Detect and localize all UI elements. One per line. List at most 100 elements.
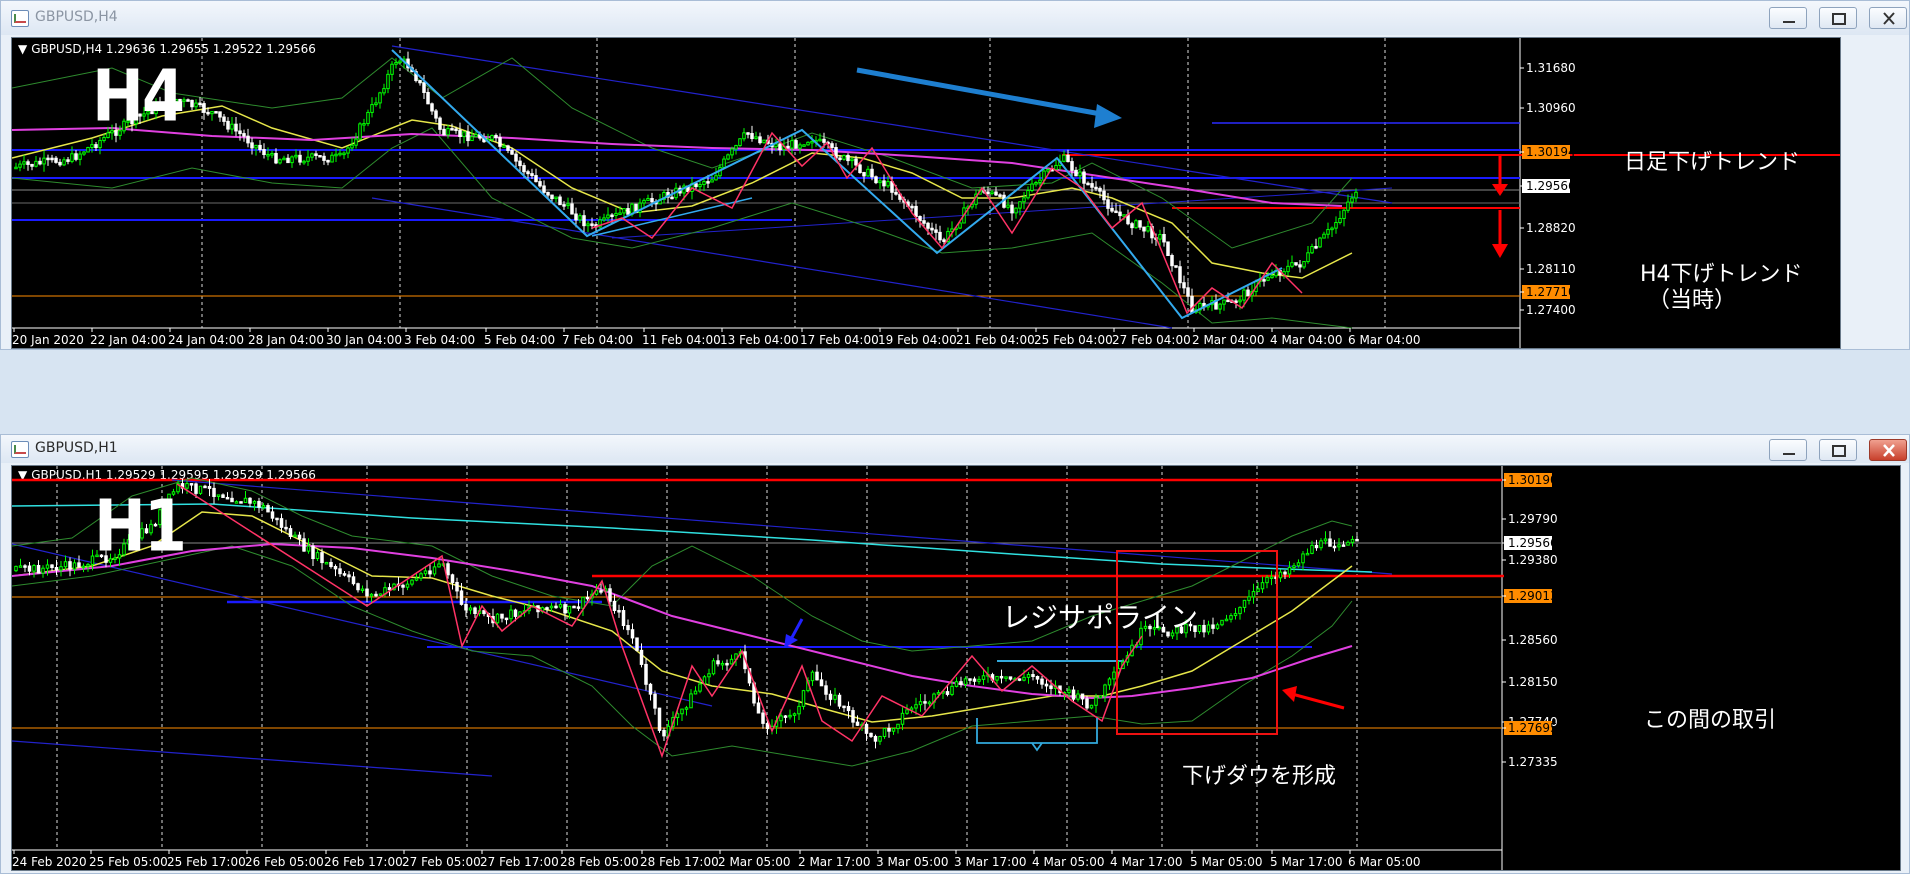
candle-body [77, 562, 81, 568]
candle-body [1278, 571, 1283, 579]
window-titlebar[interactable]: GBPUSD,H4 [1, 1, 1909, 35]
candle-body [578, 215, 582, 221]
candle-body [238, 130, 242, 135]
candle-body [34, 160, 38, 167]
candle-body [549, 605, 554, 609]
candle-body [1076, 693, 1080, 700]
candle-body [306, 156, 310, 162]
candle-body [500, 613, 504, 619]
channel-line [171, 479, 1393, 575]
close-button[interactable] [1869, 439, 1907, 461]
candle-body [358, 123, 362, 140]
chart-window-icon [11, 441, 29, 458]
time-label: 5 Mar 05:00 [1190, 855, 1263, 869]
candle-body [198, 485, 203, 494]
candle-body [442, 128, 446, 136]
time-label: 3 Mar 05:00 [876, 855, 949, 869]
candle-body [1090, 183, 1094, 188]
candle-body [38, 160, 42, 165]
candle-body [842, 154, 846, 160]
candle-body [1078, 171, 1082, 177]
candle-body [66, 159, 70, 162]
candle-body [581, 596, 585, 609]
candle-body [414, 577, 419, 581]
candle-body [1283, 571, 1287, 575]
candle-body [326, 159, 330, 163]
candle-body [1234, 300, 1238, 303]
candle-body [534, 175, 538, 183]
price-label: 1.30960 [1526, 101, 1576, 115]
candle-body [1082, 171, 1086, 184]
candle-body [494, 134, 498, 139]
lower-high-annotation: 下げダウを形成 [1182, 764, 1337, 789]
candle-body [311, 545, 315, 560]
candle-body [722, 158, 726, 168]
candle-body [270, 153, 274, 156]
candle-body [1138, 220, 1142, 228]
candle-body [698, 184, 702, 188]
candle-body [894, 191, 898, 195]
trade-period-annotation: この間の取引 [1644, 708, 1777, 733]
candle-body [765, 722, 770, 730]
minimize-button[interactable] [1769, 439, 1807, 461]
h1-chart-area[interactable]: ▼ GBPUSD,H1 1.29529 1.29595 1.29529 1.295… [11, 465, 1901, 871]
candle-body [981, 675, 986, 680]
candle-body [46, 157, 50, 161]
candle-body [761, 712, 765, 724]
candle-body [422, 82, 426, 93]
h1-chart-window[interactable]: GBPUSD,H1 ▼ GBPUSD,H1 1.29529 1.29595 1.2… [0, 434, 1910, 874]
candle-body [14, 166, 18, 170]
candle-body [806, 141, 810, 146]
candle-body [522, 165, 526, 173]
candle-body [382, 88, 386, 94]
maximize-button[interactable] [1819, 7, 1857, 29]
channel-line [12, 740, 493, 777]
candle-body [635, 637, 639, 651]
candle-body [1220, 619, 1224, 626]
candle-body [802, 144, 806, 147]
downtrend-arrow [856, 67, 1113, 119]
close-button[interactable] [1869, 7, 1907, 29]
candle-body [1355, 538, 1359, 542]
h4-chart-area[interactable]: ▼ GBPUSD,H4 1.29636 1.29655 1.29522 1.295… [11, 37, 1841, 349]
candle-body [810, 671, 815, 682]
candle-body [70, 153, 74, 162]
time-label: 6 Mar 04:00 [1348, 333, 1421, 347]
candle-body [998, 194, 1002, 197]
time-label: 26 Feb 17:00 [324, 855, 403, 869]
candle-body [1342, 209, 1346, 219]
h4-chart-window[interactable]: GBPUSD,H4 ▼ GBPUSD,H4 1.29636 1.29655 1.2… [0, 0, 1910, 350]
candle-body [324, 561, 329, 565]
time-label: 3 Mar 17:00 [954, 855, 1027, 869]
candle-body [182, 99, 186, 102]
candle-body [630, 629, 635, 639]
candle-body [702, 181, 706, 186]
minimize-button[interactable] [1769, 7, 1807, 29]
candle-body [783, 715, 788, 718]
candle-body [1026, 674, 1031, 678]
candle-body [284, 526, 288, 530]
candle-body [1334, 221, 1338, 229]
candle-body [1306, 252, 1310, 263]
window-titlebar[interactable]: GBPUSD,H1 [1, 435, 1909, 463]
candle-body [14, 565, 18, 572]
candle-body [1017, 678, 1022, 681]
maximize-button[interactable] [1819, 439, 1857, 461]
candle-body [1106, 199, 1110, 209]
time-label: 27 Feb 17:00 [480, 855, 559, 869]
candle-body [680, 708, 684, 715]
candle-body [1202, 624, 1206, 633]
candle-body [221, 494, 225, 498]
candle-body [958, 222, 962, 229]
candle-body [32, 564, 36, 572]
candle-body [302, 160, 306, 164]
candle-body [762, 139, 766, 144]
candle-body [1262, 279, 1266, 282]
candle-body [430, 103, 434, 112]
candle-body [926, 222, 930, 229]
candle-body [506, 145, 510, 151]
candle-body [1322, 233, 1326, 239]
candle-body [1269, 576, 1274, 579]
price-label: 1.29566 [1526, 179, 1576, 193]
candle-body [212, 487, 216, 497]
